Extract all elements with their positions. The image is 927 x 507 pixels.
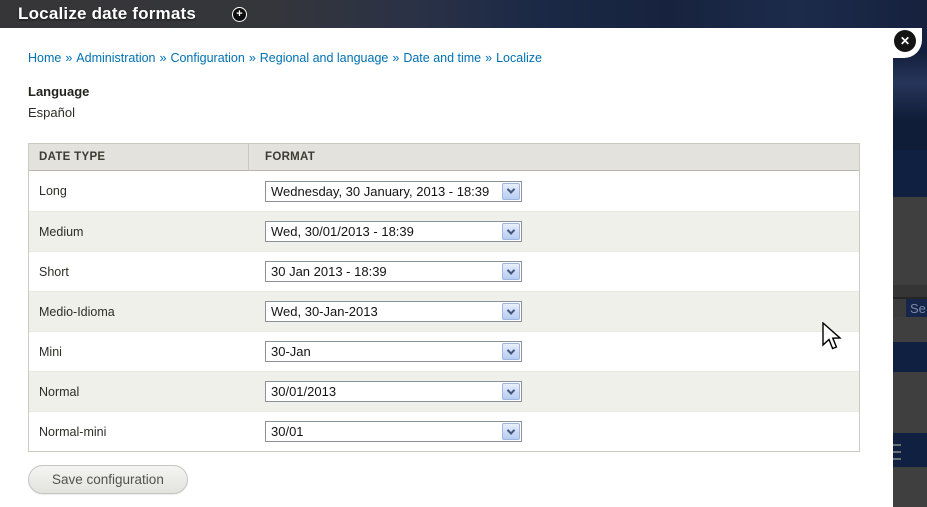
table-row-normal-mini: Normal-mini 30/01 <box>29 411 859 451</box>
breadcrumb-link-administration[interactable]: Administration <box>76 51 155 65</box>
overlay-titlebar: Localize date formats + <box>0 0 927 28</box>
background-gray-band <box>893 317 927 342</box>
date-type-label: Normal-mini <box>39 424 107 439</box>
breadcrumb-link-localize[interactable]: Localize <box>496 51 542 65</box>
date-type-label: Medio-Idioma <box>39 304 115 319</box>
breadcrumb-link-date-time[interactable]: Date and time <box>403 51 481 65</box>
breadcrumb-separator: » <box>65 51 73 65</box>
breadcrumb-separator: » <box>248 51 256 65</box>
table-row-medio-idioma: Medio-Idioma Wed, 30-Jan-2013 <box>29 291 859 331</box>
date-type-label: Mini <box>39 344 62 359</box>
format-select-value: Wednesday, 30 January, 2013 - 18:39 <box>271 183 490 199</box>
date-type-label: Long <box>39 184 67 198</box>
table-row-normal: Normal 30/01/2013 <box>29 371 859 411</box>
format-select-normal[interactable]: 30/01/2013 <box>265 381 522 402</box>
format-select-value: 30/01/2013 <box>271 384 337 399</box>
dimmed-background-page: Se <box>893 0 927 507</box>
date-type-label: Medium <box>39 224 84 239</box>
breadcrumb: Home» Administration» Configuration» Region… <box>28 51 542 65</box>
chevron-down-icon[interactable] <box>502 303 520 320</box>
chevron-down-icon[interactable] <box>502 383 520 400</box>
save-configuration-button[interactable]: Save configuration <box>28 465 188 494</box>
format-select-value: Wed, 30-Jan-2013 <box>271 304 378 319</box>
chevron-down-icon[interactable] <box>502 343 520 360</box>
background-divider-band <box>893 285 927 297</box>
date-type-label: Normal <box>39 384 80 399</box>
column-header-format: FORMAT <box>265 151 316 163</box>
chevron-down-icon[interactable] <box>502 182 520 200</box>
table-row-long: Long Wednesday, 30 January, 2013 - 18:39 <box>29 171 859 211</box>
background-navy-band <box>893 342 927 372</box>
date-formats-table: DATE TYPE FORMAT Long Wednesday, 30 Janu… <box>28 143 860 452</box>
format-select-value: 30/01 <box>271 424 304 439</box>
breadcrumb-link-home[interactable]: Home <box>28 51 61 65</box>
chevron-down-icon[interactable] <box>502 223 520 240</box>
language-label: Language <box>28 84 90 99</box>
language-value: Español <box>28 105 75 120</box>
overlay-close-tab: ✕ <box>856 28 922 58</box>
format-select-value: 30 Jan 2013 - 18:39 <box>271 264 387 279</box>
breadcrumb-separator: » <box>392 51 400 65</box>
date-type-label: Short <box>39 264 69 279</box>
format-select-medio-idioma[interactable]: Wed, 30-Jan-2013 <box>265 301 522 322</box>
background-gray-band <box>893 372 927 433</box>
table-row-mini: Mini 30-Jan <box>29 331 859 371</box>
format-select-mini[interactable]: 30-Jan <box>265 341 522 362</box>
open-in-window-icon[interactable]: + <box>232 7 247 22</box>
background-navy-band <box>893 433 927 467</box>
format-select-medium[interactable]: Wed, 30/01/2013 - 18:39 <box>265 221 522 242</box>
chevron-down-icon[interactable] <box>502 263 520 280</box>
column-header-date-type: DATE TYPE <box>29 144 249 170</box>
table-header-row: DATE TYPE FORMAT <box>29 144 859 171</box>
background-search-bar: Se <box>893 297 927 319</box>
format-select-value: 30-Jan <box>271 344 311 359</box>
format-select-short[interactable]: 30 Jan 2013 - 18:39 <box>265 261 522 282</box>
breadcrumb-separator: » <box>485 51 493 65</box>
clipped-text-line <box>893 458 901 460</box>
chevron-down-icon[interactable] <box>502 423 520 440</box>
background-gray-band <box>893 467 927 507</box>
format-select-long[interactable]: Wednesday, 30 January, 2013 - 18:39 <box>265 180 522 202</box>
overlay-content-panel: Home» Administration» Configuration» Region… <box>0 28 893 507</box>
localize-date-formats-page: { "overlay": { "title": "Localize date f… <box>0 0 927 507</box>
format-select-value: Wed, 30/01/2013 - 18:39 <box>271 224 414 239</box>
table-row-short: Short 30 Jan 2013 - 18:39 <box>29 251 859 291</box>
background-navy-band <box>893 150 927 197</box>
background-gray-band <box>893 197 927 285</box>
breadcrumb-separator: » <box>159 51 167 65</box>
table-row-medium: Medium Wed, 30/01/2013 - 18:39 <box>29 211 859 251</box>
background-search-button: Se <box>906 299 927 319</box>
breadcrumb-link-configuration[interactable]: Configuration <box>170 51 244 65</box>
breadcrumb-link-regional-language[interactable]: Regional and language <box>260 51 389 65</box>
clipped-text-line <box>893 451 901 453</box>
format-select-normal-mini[interactable]: 30/01 <box>265 421 522 442</box>
clipped-text-line <box>893 444 901 446</box>
page-title: Localize date formats <box>18 4 197 23</box>
close-icon[interactable]: ✕ <box>894 30 916 52</box>
